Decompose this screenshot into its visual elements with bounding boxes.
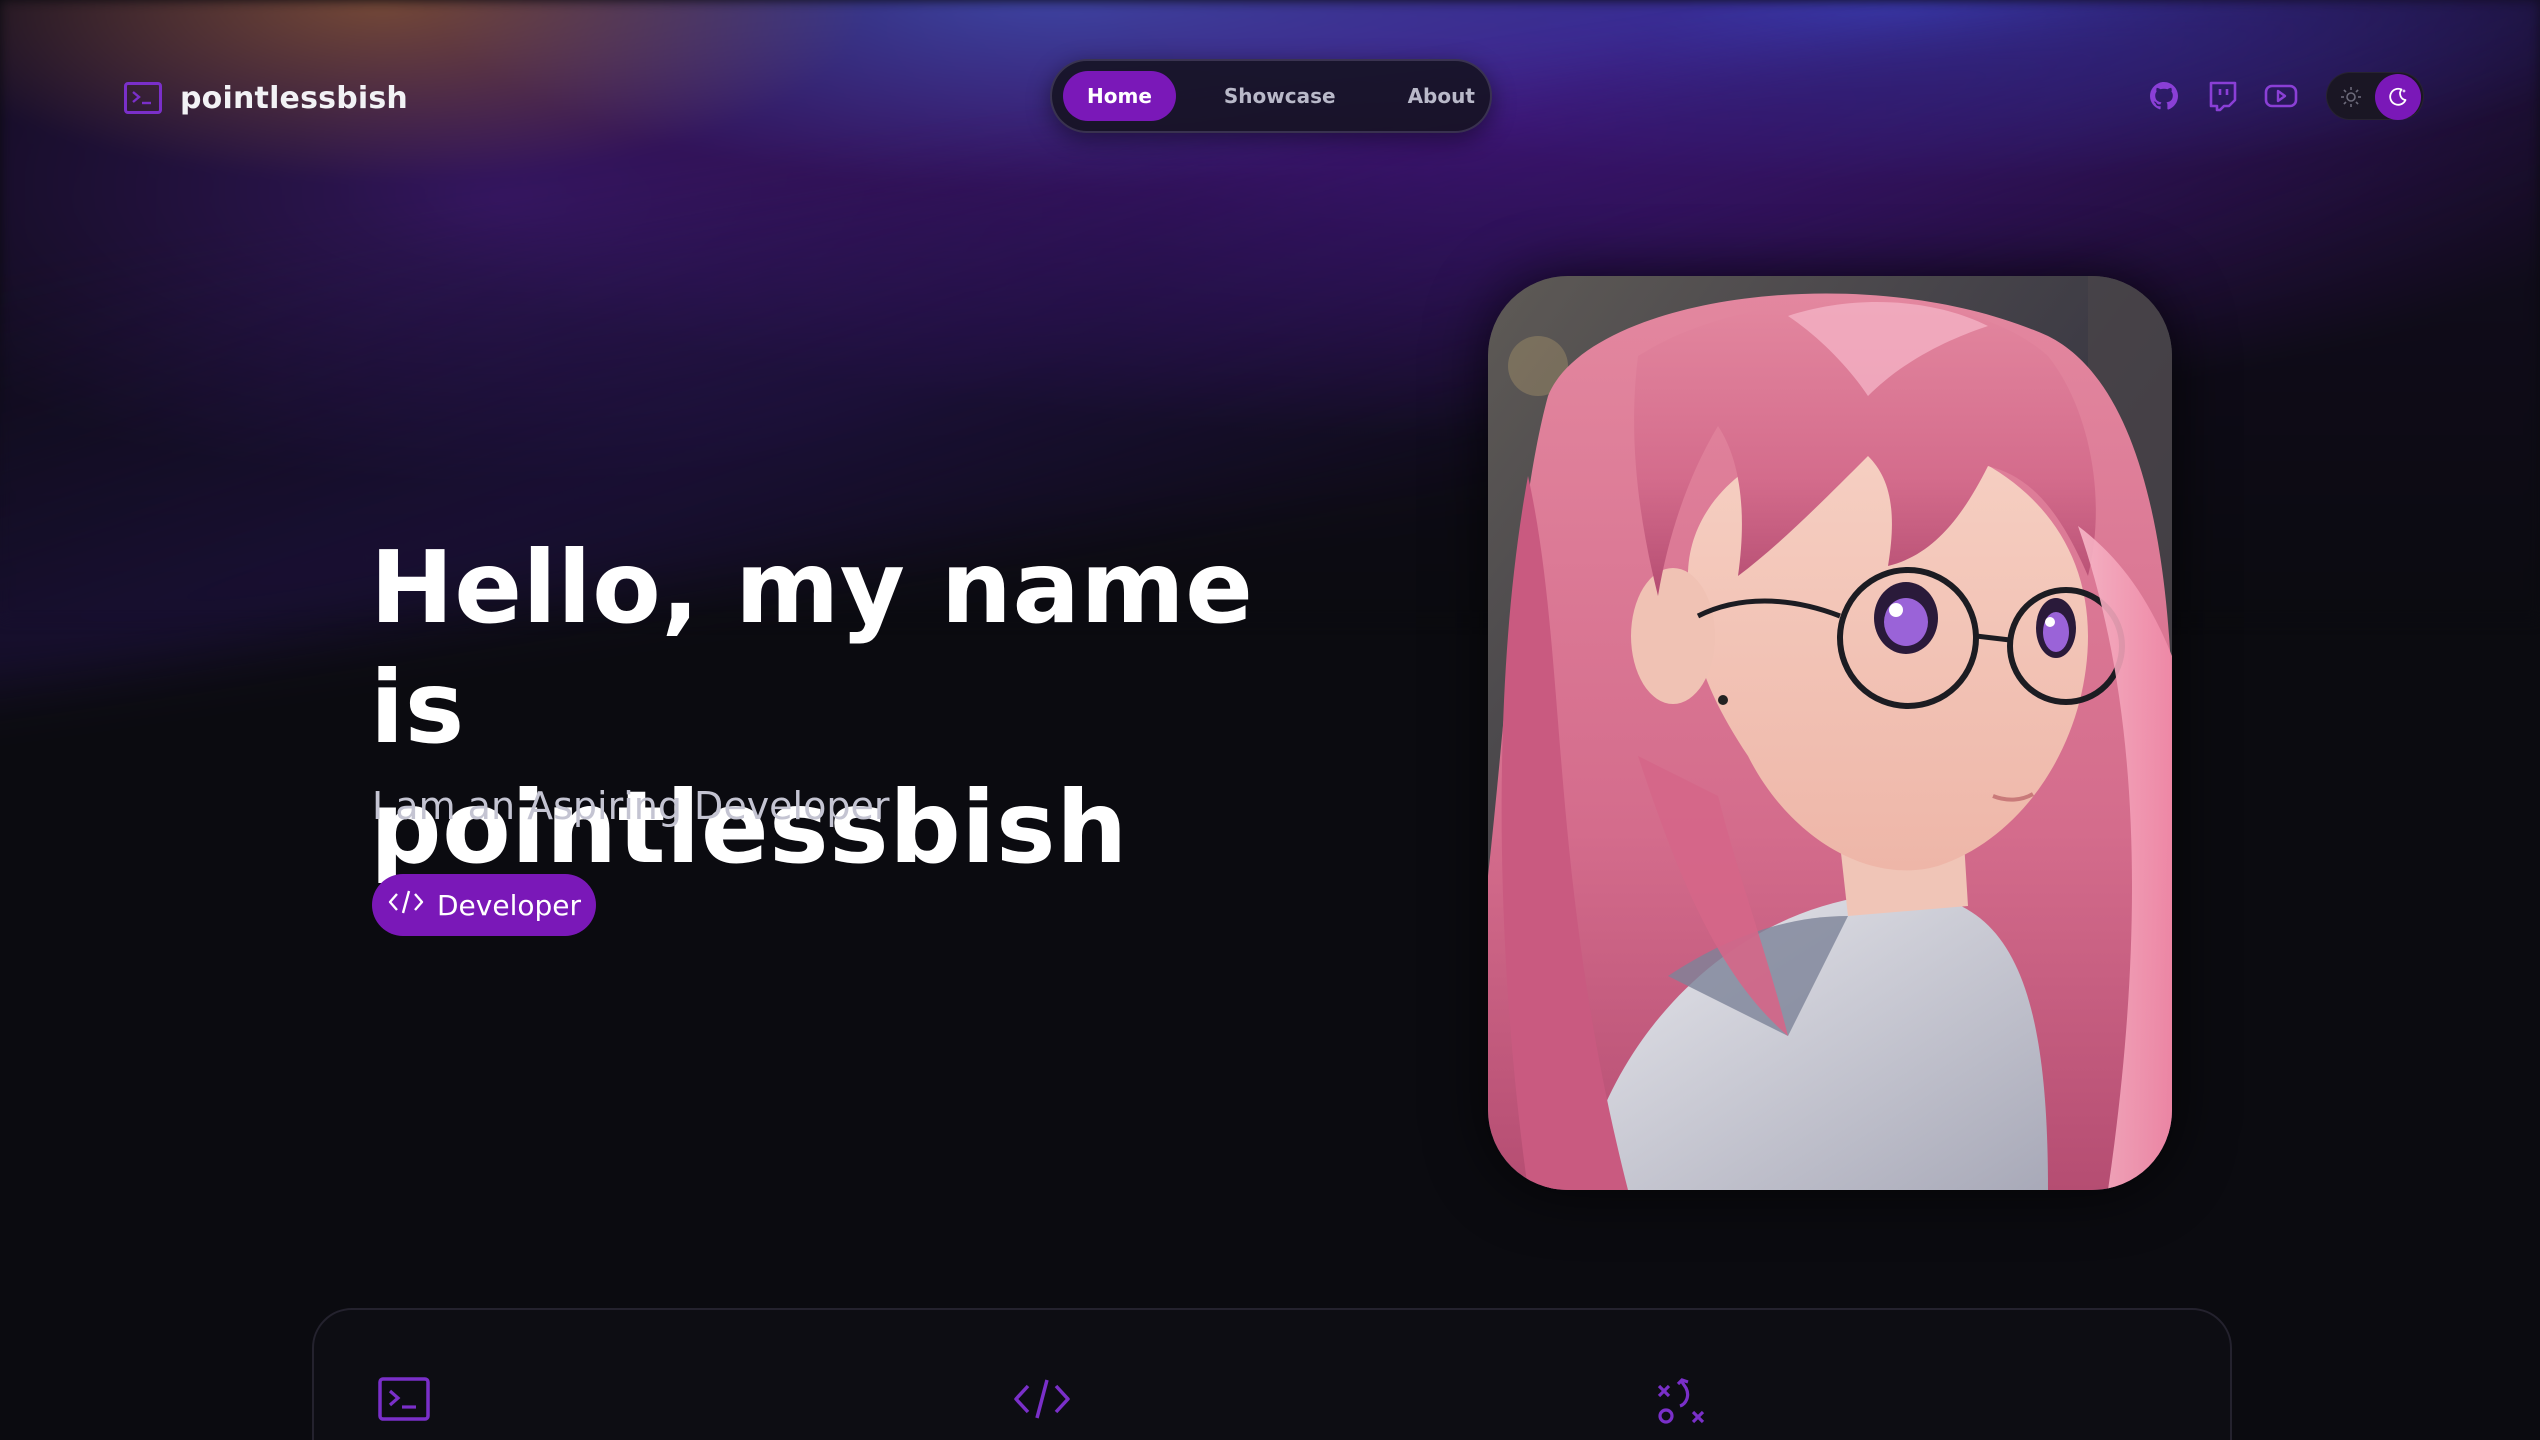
twitch-icon[interactable]	[2206, 80, 2238, 112]
theme-toggle[interactable]	[2326, 72, 2424, 120]
role-label: Developer	[436, 888, 581, 922]
role-badge-developer[interactable]: Developer	[372, 874, 596, 936]
social-links	[2148, 80, 2298, 112]
youtube-icon[interactable]	[2264, 80, 2298, 112]
sun-icon[interactable]	[2339, 85, 2363, 109]
nav-item-about[interactable]: About	[1384, 71, 1499, 121]
page: pointlessbish Home Showcase About Hello,…	[0, 0, 2540, 1440]
portrait-image	[1488, 276, 2172, 1190]
github-icon[interactable]	[2148, 80, 2180, 112]
nav-item-home[interactable]: Home	[1063, 71, 1176, 121]
hero-title-line1: Hello, my name is	[370, 529, 1254, 766]
brand-name: pointlessbish	[180, 80, 408, 116]
features-card	[312, 1308, 2232, 1440]
code-icon	[1012, 1376, 1070, 1426]
brand-logo-link[interactable]: pointlessbish	[124, 80, 408, 116]
terminal-icon	[124, 82, 162, 114]
nav-item-showcase[interactable]: Showcase	[1200, 71, 1360, 121]
terminal-icon	[378, 1376, 430, 1426]
code-icon	[387, 887, 425, 924]
main-nav: Home Showcase About	[1050, 59, 1492, 133]
hero-subtitle: I am an Aspiring Developer	[372, 784, 890, 828]
moon-icon[interactable]	[2375, 74, 2421, 120]
hero-title: Hello, my name is pointlessbish	[370, 528, 1370, 888]
strategy-icon	[1656, 1376, 1708, 1426]
